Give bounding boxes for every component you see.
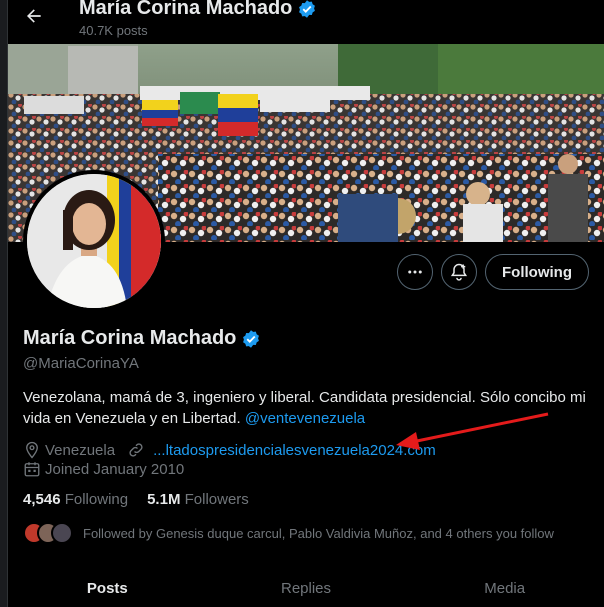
meta-row-joined: Joined January 2010	[23, 460, 184, 478]
left-rail	[0, 0, 7, 607]
notify-button[interactable]	[441, 254, 477, 290]
verified-badge-icon[interactable]	[241, 329, 261, 349]
arrow-left-icon	[27, 9, 41, 23]
tab-posts[interactable]: Posts	[8, 566, 207, 607]
back-button[interactable]	[22, 4, 46, 28]
more-dots-icon	[408, 270, 422, 274]
display-name-text: María Corina Machado	[23, 327, 237, 349]
joined-text: Joined January 2010	[45, 460, 185, 478]
followed-by-text: Followed by Genesis duque carcul, Pablo …	[83, 525, 554, 541]
avatar	[51, 522, 73, 544]
meta-row-location-link: Venezuela ...ltadospresidencialesvenezue…	[23, 441, 436, 459]
more-button[interactable]	[397, 254, 433, 290]
followed-by-link[interactable]: Followed by Genesis duque carcul, Pablo …	[23, 522, 554, 544]
followers-stat-link[interactable]: 5.1M Followers	[147, 491, 249, 508]
tab-replies[interactable]: Replies	[207, 566, 406, 607]
website-link[interactable]: ...ltadospresidencialesvenezuela2024.com	[153, 442, 436, 459]
profile-bio: Venezolana, mamá de 3, ingeniero y liber…	[23, 387, 588, 429]
profile-tabs: Posts Replies Media	[8, 566, 604, 607]
following-label: Following	[64, 491, 129, 508]
calendar-icon	[23, 460, 41, 478]
location-pin-icon	[23, 441, 41, 459]
verified-badge-icon	[299, 0, 316, 18]
display-name: María Corina Machado	[23, 327, 261, 350]
profile-header: María Corina Machado 40.7K posts	[8, 0, 604, 44]
following-stat-link[interactable]: 4,546 Following	[23, 491, 128, 508]
header-name: María Corina Machado	[79, 0, 293, 19]
followers-label: Followers	[184, 491, 249, 508]
header-title: María Corina Machado	[79, 0, 317, 20]
bell-plus-icon	[450, 263, 468, 281]
following-button[interactable]: Following	[485, 254, 589, 290]
link-icon	[127, 441, 145, 459]
followers-count: 5.1M	[147, 491, 181, 508]
bio-mention-link[interactable]: @ventevenezuela	[245, 410, 365, 427]
followers-you-know-avatars	[23, 522, 75, 544]
following-count: 4,546	[23, 491, 61, 508]
follow-stats: 4,546 Following 5.1M Followers	[23, 491, 249, 508]
tab-media[interactable]: Media	[405, 566, 604, 607]
profile-avatar[interactable]	[23, 170, 165, 312]
location-text: Venezuela	[45, 441, 116, 459]
avatar-image	[27, 174, 161, 308]
post-count: 40.7K posts	[79, 23, 148, 38]
profile-handle: @MariaCorinaYA	[23, 355, 139, 372]
